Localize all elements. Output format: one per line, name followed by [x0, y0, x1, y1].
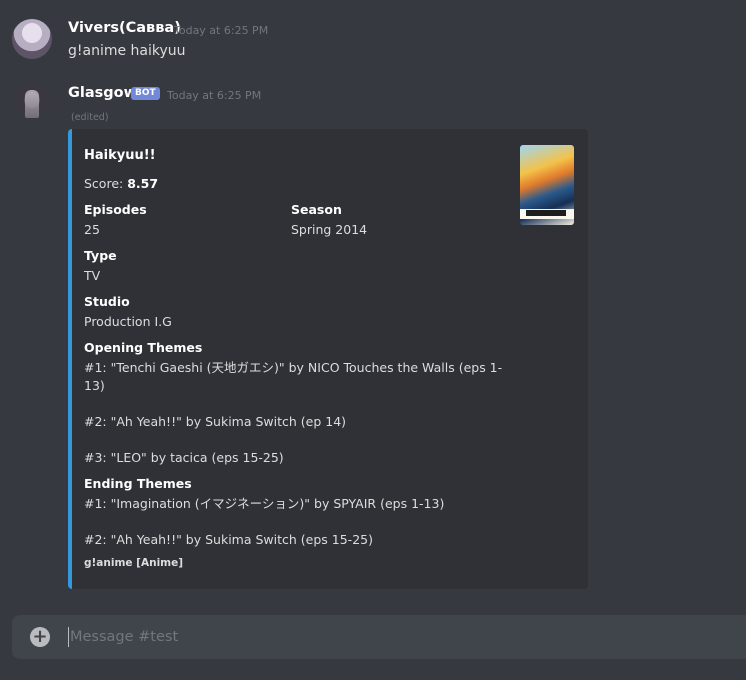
embed-title: Haikyuu!! [84, 148, 156, 163]
anime-thumbnail[interactable] [520, 145, 574, 225]
embed-footer: g!anime [Anime] [84, 557, 184, 569]
message-content: g!anime haikyuu [68, 43, 186, 59]
episodes-label: Episodes [84, 202, 147, 217]
ending-theme-1: #1: "Imagination (イマジネーション)" by SPYAIR (… [84, 496, 445, 511]
opening-theme-2: #2: "Ah Yeah!!" by Sukima Switch (ep 14) [84, 414, 347, 429]
message-input[interactable] [70, 623, 730, 651]
score-label: Score: [84, 176, 124, 191]
studio-label: Studio [84, 294, 130, 309]
avatar[interactable] [12, 19, 52, 59]
username[interactable]: Glasgow [68, 85, 137, 101]
text-cursor [68, 627, 69, 647]
season-value: Spring 2014 [291, 222, 368, 237]
ending-themes-label: Ending Themes [84, 476, 192, 491]
edited-label: (edited) [71, 112, 109, 123]
opening-theme-1: #1: "Tenchi Gaeshi (天地ガエシ)" by NICO Touc… [84, 360, 503, 375]
ending-theme-2: #2: "Ah Yeah!!" by Sukima Switch (eps 15… [84, 532, 373, 547]
anime-embed: Haikyuu!! Score: 8.57 Episodes 25 Season… [68, 129, 588, 589]
timestamp: Today at 6:25 PM [174, 24, 269, 37]
bot-badge: BOT [131, 87, 160, 100]
type-value: TV [84, 268, 101, 283]
thumbnail-logo-band [520, 209, 574, 219]
opening-theme-3: #3: "LEO" by tacica (eps 15-25) [84, 450, 284, 465]
type-label: Type [84, 248, 117, 263]
avatar[interactable] [12, 84, 52, 124]
season-label: Season [291, 202, 342, 217]
timestamp: Today at 6:25 PM [167, 89, 262, 102]
plus-circle-icon[interactable]: + [30, 627, 50, 647]
username[interactable]: Vivers(Савва) [68, 20, 181, 36]
opening-theme-1-cont: 13) [84, 378, 105, 393]
opening-themes-label: Opening Themes [84, 340, 203, 355]
episodes-value: 25 [84, 222, 100, 237]
score-value: 8.57 [127, 176, 159, 191]
studio-value: Production I.G [84, 314, 172, 329]
message-composer: + [12, 615, 746, 659]
score-line: Score: 8.57 [84, 175, 158, 193]
